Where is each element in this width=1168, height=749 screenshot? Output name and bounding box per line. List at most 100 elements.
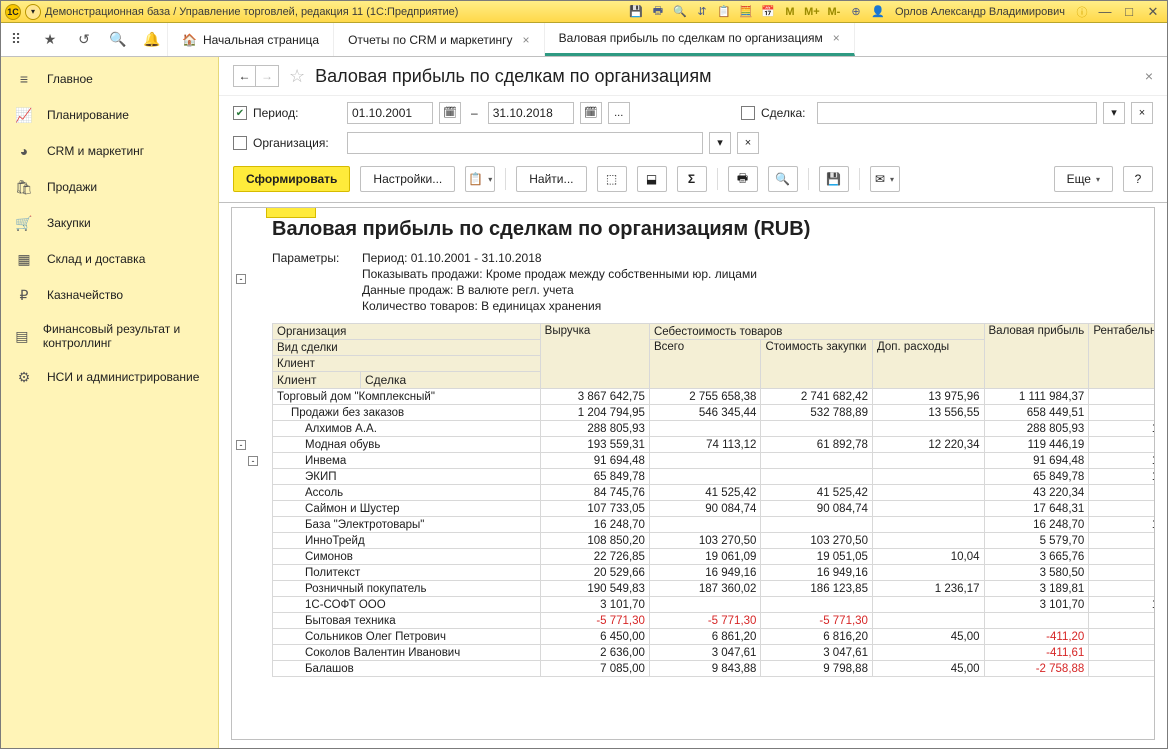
th-gross[interactable]: Валовая прибыль (984, 324, 1089, 389)
table-row[interactable]: 1С-СОФТ ООО3 101,703 101,70100,00 (273, 597, 1156, 613)
sidebar-item-main[interactable]: ≡Главное (1, 61, 218, 97)
window-close-icon[interactable]: ✕ (1143, 4, 1163, 19)
table-row[interactable]: Алхимов А.А.288 805,93288 805,93100,00 (273, 421, 1156, 437)
sidebar-item-treasury[interactable]: ₽Казначейство (1, 277, 218, 313)
print-icon[interactable]: 🖶 (649, 4, 667, 20)
table-row[interactable]: База "Электротовары"16 248,7016 248,7010… (273, 517, 1156, 533)
table-row[interactable]: Саймон и Шустер107 733,0590 084,7490 084… (273, 501, 1156, 517)
find-button[interactable]: Найти... (516, 166, 586, 192)
apps-icon[interactable]: ⠿ (7, 31, 25, 49)
org-input[interactable] (347, 132, 703, 154)
table-row[interactable]: Модная обувь193 559,3174 113,1261 892,78… (273, 437, 1156, 453)
table-row[interactable]: Соколов Валентин Иванович2 636,003 047,6… (273, 645, 1156, 661)
org-clear-icon[interactable]: × (737, 132, 759, 154)
th-cost-purchase[interactable]: Стоимость закупки (761, 340, 873, 389)
help-button[interactable]: ? (1123, 166, 1153, 192)
more-button[interactable]: Еще▾ (1054, 166, 1113, 192)
font-normal-icon[interactable]: M (781, 4, 799, 20)
back-button[interactable]: ← (234, 66, 256, 86)
tab-crm-reports[interactable]: Отчеты по CRM и маркетингу × (334, 23, 545, 56)
sum-button[interactable]: Σ (677, 166, 707, 192)
th-client[interactable]: Клиент (273, 356, 541, 372)
table-row[interactable]: ЭКИП65 849,7865 849,78100,00 (273, 469, 1156, 485)
table-row[interactable]: Розничный покупатель190 549,83187 360,02… (273, 581, 1156, 597)
table-row[interactable]: Симонов22 726,8519 061,0919 051,0510,043… (273, 549, 1156, 565)
calendar-to-icon[interactable]: 🗓 (580, 102, 602, 124)
font-small-icon[interactable]: M- (825, 4, 843, 20)
close-icon[interactable]: × (833, 31, 840, 45)
titlebar-dropdown-icon[interactable]: ▾ (25, 4, 41, 20)
deal-dropdown-icon[interactable]: ▾ (1103, 102, 1125, 124)
generate-button[interactable]: Сформировать (233, 166, 350, 192)
org-checkbox[interactable]: ✔ (233, 136, 247, 150)
date-from-input[interactable] (347, 102, 433, 124)
tab-gross-profit[interactable]: Валовая прибыль по сделкам по организаци… (545, 23, 855, 56)
calculator-icon[interactable]: 🧮 (737, 4, 755, 20)
th-dealtype[interactable]: Вид сделки (273, 340, 541, 356)
sidebar-item-planning[interactable]: 📈Планирование (1, 97, 218, 133)
calendar-icon[interactable]: 📅 (759, 4, 777, 20)
table-row[interactable]: Ассоль84 745,7641 525,4241 525,4243 220,… (273, 485, 1156, 501)
sidebar-item-purchases[interactable]: 🛒Закупки (1, 205, 218, 241)
sidebar-item-warehouse[interactable]: ▦Склад и доставка (1, 241, 218, 277)
th-revenue[interactable]: Выручка (540, 324, 649, 389)
expand-tree-button[interactable]: ⬚ (597, 166, 627, 192)
collapse-tree-button[interactable]: ⬓ (637, 166, 667, 192)
org-dropdown-icon[interactable]: ▾ (709, 132, 731, 154)
tree-toggle[interactable]: - (236, 440, 246, 450)
period-picker-button[interactable]: ... (608, 102, 630, 124)
copy-settings-button[interactable]: 📋▾ (465, 166, 495, 192)
sidebar-item-admin[interactable]: ⚙НСИ и администрирование (1, 359, 218, 395)
preview-button[interactable]: 🔍 (768, 166, 798, 192)
compare-icon[interactable]: ⇵ (693, 4, 711, 20)
th-cost[interactable]: Себестоимость товаров (649, 324, 984, 340)
page-close-icon[interactable]: × (1145, 68, 1153, 84)
deal-input[interactable] (817, 102, 1097, 124)
table-row[interactable]: Балашов7 085,009 843,889 798,8845,00-2 7… (273, 661, 1156, 677)
notifications-icon[interactable]: 🔔 (143, 31, 161, 49)
sidebar-item-finance[interactable]: ▤Финансовый результат и контроллинг (1, 313, 218, 359)
table-row[interactable]: Инвема91 694,4891 694,48100,00 (273, 453, 1156, 469)
table-row[interactable]: Торговый дом "Комплексный"3 867 642,752 … (273, 389, 1156, 405)
save-icon[interactable]: 💾 (627, 4, 645, 20)
th-cost-total[interactable]: Всего (649, 340, 761, 389)
forward-button[interactable]: → (256, 66, 278, 86)
table-row[interactable]: ИнноТрейд108 850,20103 270,50103 270,505… (273, 533, 1156, 549)
deal-clear-icon[interactable]: × (1131, 102, 1153, 124)
search-icon[interactable]: 🔍 (109, 31, 127, 49)
window-restore-icon[interactable]: □ (1119, 4, 1139, 19)
table-row[interactable]: Политекст20 529,6616 949,1616 949,163 58… (273, 565, 1156, 581)
th-org[interactable]: Организация (273, 324, 541, 340)
info-icon[interactable]: ⓘ (1073, 4, 1091, 20)
favorite-icon[interactable]: ☆ (289, 66, 305, 87)
table-row[interactable]: Продажи без заказов1 204 794,95546 345,4… (273, 405, 1156, 421)
save-report-button[interactable]: 💾 (819, 166, 849, 192)
date-to-input[interactable] (488, 102, 574, 124)
deal-checkbox[interactable]: ✔ (741, 106, 755, 120)
period-checkbox[interactable]: ✔ (233, 106, 247, 120)
tree-toggle[interactable]: - (248, 456, 258, 466)
th-client-deal[interactable]: КлиентСделка (273, 372, 541, 389)
print-button[interactable]: 🖶 (728, 166, 758, 192)
tab-home[interactable]: 🏠 Начальная страница (168, 23, 334, 56)
report-area[interactable]: Валовая прибыль по сделкам по организаци… (231, 207, 1155, 740)
tree-toggle[interactable]: - (236, 274, 246, 284)
font-large-icon[interactable]: M+ (803, 4, 821, 20)
window-minimize-icon[interactable]: — (1095, 4, 1115, 19)
th-rent[interactable]: Рентабельность, % (1089, 324, 1155, 389)
table-row[interactable]: Сольников Олег Петрович6 450,006 861,206… (273, 629, 1156, 645)
history-icon[interactable]: ↺ (75, 31, 93, 49)
zoom-icon[interactable]: ⊕ (847, 4, 865, 20)
preview-icon[interactable]: 🔍 (671, 4, 689, 20)
sidebar-item-crm[interactable]: ◕CRM и маркетинг (1, 133, 218, 169)
calendar-from-icon[interactable]: 🗓 (439, 102, 461, 124)
clipboard-icon[interactable]: 📋 (715, 4, 733, 20)
settings-button[interactable]: Настройки... (360, 166, 455, 192)
table-row[interactable]: Бытовая техника-5 771,30-5 771,30-5 771,… (273, 613, 1156, 629)
close-icon[interactable]: × (523, 33, 530, 47)
user-icon[interactable]: 👤 (869, 4, 887, 20)
sidebar-item-sales[interactable]: 🛍Продажи (1, 169, 218, 205)
send-mail-button[interactable]: ✉▾ (870, 166, 900, 192)
favorites-icon[interactable]: ★ (41, 31, 59, 49)
th-cost-extra[interactable]: Доп. расходы (872, 340, 984, 389)
